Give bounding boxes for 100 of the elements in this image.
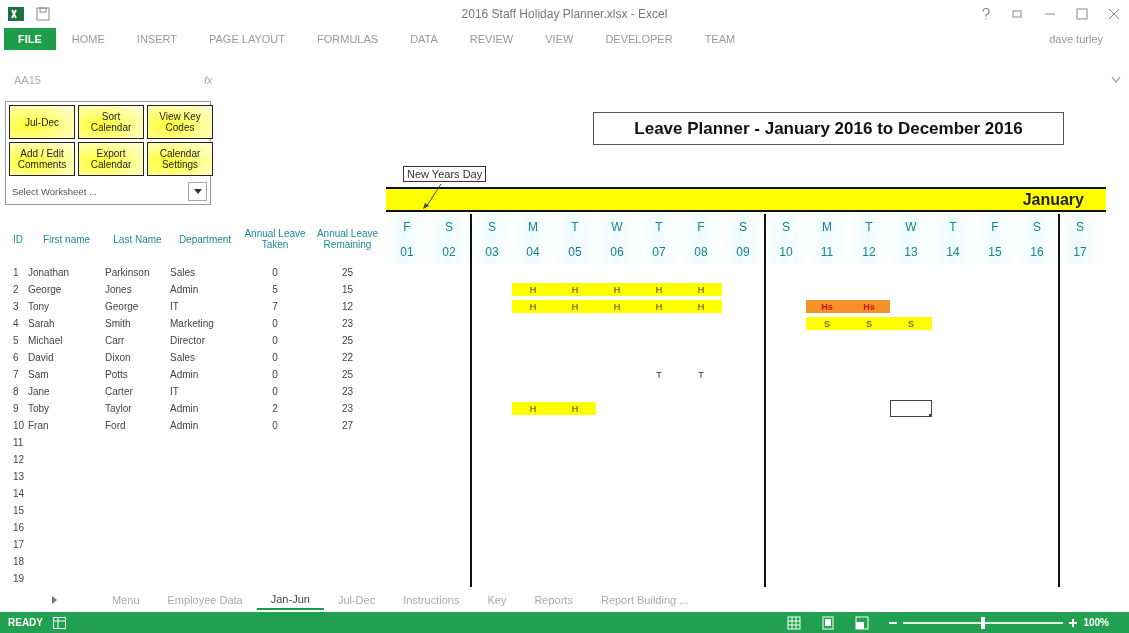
sheet-tab[interactable]: Employee Data — [153, 590, 257, 611]
leave-entry: S — [890, 317, 932, 331]
weekday-label: S — [782, 219, 790, 234]
selected-cell[interactable] — [890, 400, 932, 418]
normal-view-icon[interactable] — [787, 615, 802, 630]
ribbon-tab[interactable]: INSERT — [120, 27, 193, 50]
page-break-icon[interactable] — [855, 615, 870, 630]
sheet-tab[interactable]: Jan-Jun — [256, 590, 324, 611]
table-cell-text: 23 — [340, 403, 355, 415]
sheet-tab[interactable]: Key — [473, 590, 521, 611]
row-number: 9 — [12, 403, 20, 415]
macro-button[interactable]: Calendar Settings — [147, 142, 213, 177]
ribbon-tab[interactable]: FILE — [4, 27, 56, 50]
ribbon-tab[interactable]: HOME — [55, 27, 121, 50]
sheet-tab[interactable]: Reports — [520, 590, 587, 611]
table-cell-text: 27 — [340, 420, 355, 432]
macro-button[interactable]: Jul-Dec — [9, 105, 75, 140]
row-number: 12 — [12, 454, 26, 466]
weekday-label: S — [1076, 219, 1084, 234]
row-number: 6 — [12, 352, 20, 364]
row-number: 11 — [12, 437, 25, 449]
leave-entry: Hs — [848, 300, 890, 314]
weekday-label: M — [822, 219, 832, 234]
leave-entry: H — [554, 283, 596, 297]
sheet-tab[interactable]: Report Building ... — [586, 590, 703, 611]
weekday-label: F — [403, 219, 411, 234]
worksheet-dropdown[interactable]: Select Worksheet ... — [9, 180, 207, 203]
date-label: 04 — [526, 244, 540, 259]
sheet-tab[interactable]: Menu — [98, 590, 154, 611]
weekday-label: W — [905, 219, 917, 234]
row-number: 13 — [12, 471, 26, 483]
table-cell-text: 0 — [271, 352, 279, 364]
date-label: 08 — [694, 244, 708, 259]
leader-line — [422, 183, 442, 211]
user-name[interactable]: dave turley — [1049, 32, 1103, 45]
date-label: 06 — [610, 244, 624, 259]
table-cell-text: Smith — [105, 318, 132, 330]
close-icon[interactable] — [1107, 6, 1121, 21]
table-cell-text: IT — [170, 386, 180, 398]
insert-function-button[interactable]: fx — [204, 73, 244, 86]
row-number: 19 — [12, 573, 26, 585]
table-cell-text: 7 — [271, 301, 279, 313]
date-label: 15 — [988, 244, 1002, 259]
macro-button[interactable]: Sort Calendar — [78, 105, 144, 140]
ribbon-tab[interactable]: REVIEW — [453, 27, 530, 50]
date-label: 16 — [1030, 244, 1044, 259]
ribbon-tab[interactable]: PAGE LAYOUT — [193, 27, 301, 50]
sheet-tab[interactable]: Jul-Dec — [323, 590, 390, 611]
table-cell-text: 0 — [271, 369, 279, 381]
ribbon-tab[interactable]: DEVELOPER — [589, 27, 689, 50]
table-cell-text: Taylor — [105, 403, 133, 415]
column-header: Annual Leave Taken — [243, 228, 307, 251]
chevron-down-icon[interactable] — [1111, 75, 1121, 84]
dropdown-arrow-icon[interactable] — [193, 188, 202, 194]
cell-comment: New Years Day — [403, 166, 487, 183]
weekday-label: S — [445, 219, 453, 234]
row-number: 1 — [12, 267, 20, 279]
row-number: 4 — [12, 318, 20, 330]
row-number: 7 — [12, 369, 20, 381]
weekday-label: W — [611, 219, 623, 234]
leave-entry: H — [596, 283, 638, 297]
name-box[interactable]: AA15 — [0, 73, 204, 86]
column-header: First name — [41, 233, 92, 245]
weekday-label: S — [739, 219, 747, 234]
help-icon[interactable] — [979, 6, 993, 21]
macro-button[interactable]: Add / Edit Comments — [9, 142, 75, 177]
sheet-tab[interactable]: Instructions — [389, 590, 474, 611]
ribbon-tab[interactable]: FORMULAS — [301, 27, 395, 50]
zoom-in-icon[interactable] — [1069, 618, 1078, 627]
leave-entry: H — [638, 300, 680, 314]
macro-button[interactable]: Export Calendar — [78, 142, 144, 177]
row-number: 8 — [12, 386, 20, 398]
ribbon-tab[interactable]: TEAM — [688, 27, 752, 50]
table-cell-text: 25 — [340, 369, 355, 381]
scroll-right-icon[interactable] — [52, 596, 58, 605]
table-cell-text: Carr — [105, 335, 126, 347]
ribbon-tab[interactable]: VIEW — [529, 27, 590, 50]
date-label: 05 — [568, 244, 582, 259]
save-icon[interactable] — [36, 6, 50, 21]
row-number: 18 — [12, 556, 26, 568]
row-number: 14 — [12, 488, 26, 500]
weekday-label: T — [571, 219, 579, 234]
zoom-level[interactable]: 100% — [1083, 617, 1109, 629]
table-cell-text: Sales — [170, 267, 196, 279]
ribbon-tab[interactable]: DATA — [394, 27, 454, 50]
macro-button[interactable]: View Key Codes — [147, 105, 213, 140]
table-cell-text: Toby — [28, 403, 51, 415]
maximize-icon[interactable] — [1075, 6, 1089, 21]
sheet-icon[interactable] — [53, 616, 66, 629]
table-cell-text: Admin — [170, 420, 200, 432]
page-layout-icon[interactable] — [821, 615, 836, 630]
table-cell-text: 0 — [271, 420, 279, 432]
table-cell-text: 12 — [340, 301, 355, 313]
table-cell-text: IT — [170, 301, 180, 313]
date-label: 07 — [652, 244, 666, 259]
zoom-slider-thumb[interactable] — [981, 616, 986, 629]
table-cell-text: 0 — [271, 335, 279, 347]
weekday-label: T — [655, 219, 663, 234]
table-cell-text: Jane — [28, 386, 51, 398]
table-cell-text: 25 — [340, 335, 355, 347]
